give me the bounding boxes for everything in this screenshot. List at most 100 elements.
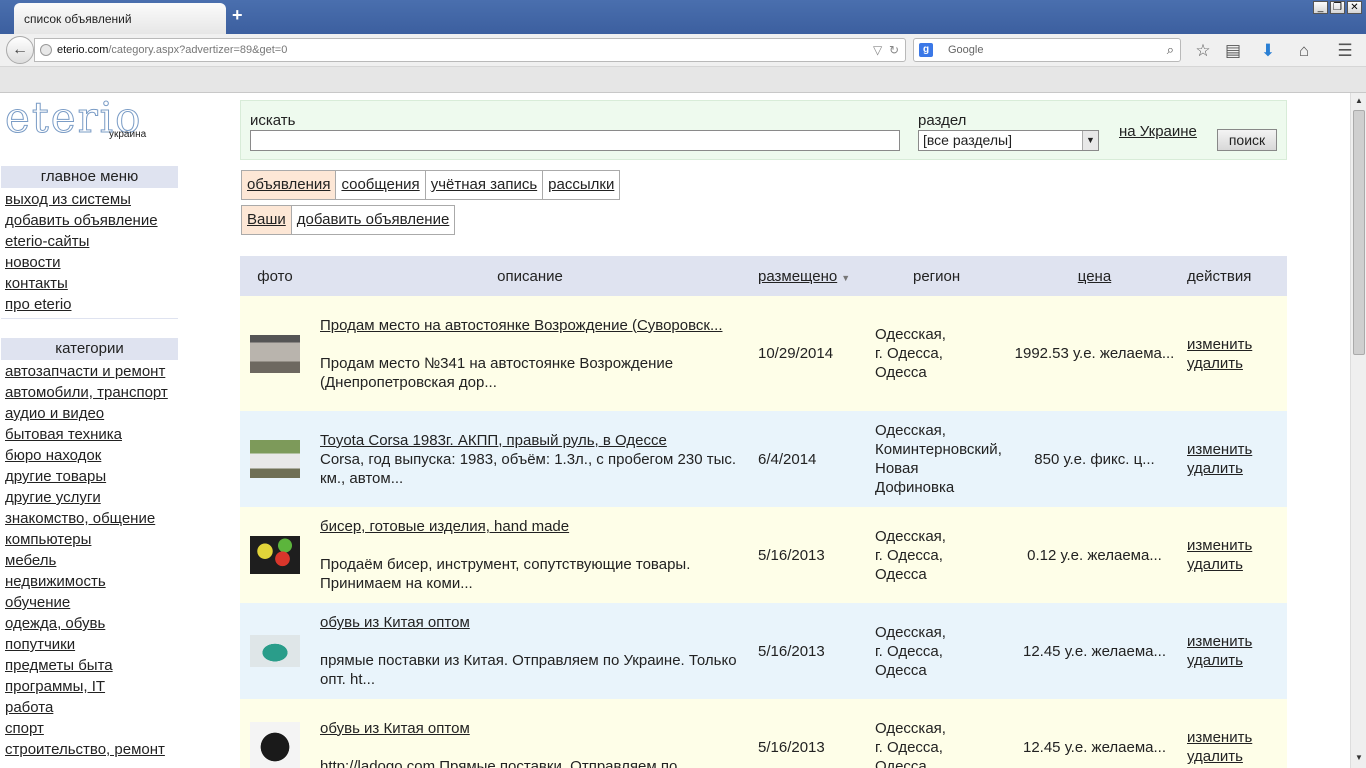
scroll-up-icon[interactable]: ▲ <box>1353 96 1365 108</box>
col-price[interactable]: цена <box>1012 256 1177 296</box>
tab-yours[interactable]: Ваши <box>242 206 292 234</box>
region-line: Одесская, <box>875 326 946 343</box>
tab-add-ad[interactable]: добавить объявление <box>292 206 455 234</box>
reload-icon[interactable]: ↻ <box>889 43 899 57</box>
tab-messages[interactable]: сообщения <box>336 171 426 199</box>
category-item[interactable]: другие товары <box>5 468 106 485</box>
edit-link[interactable]: изменить <box>1187 729 1252 746</box>
category-item[interactable]: недвижимость <box>5 573 106 590</box>
ukraine-link[interactable]: на Украине <box>1119 123 1197 140</box>
category-item[interactable]: программы, IT <box>5 678 105 695</box>
menu-item-about[interactable]: про eterio <box>5 296 72 313</box>
logo-subtitle: украина <box>109 129 147 140</box>
category-item[interactable]: компьютеры <box>5 531 91 548</box>
back-button[interactable]: ← <box>6 36 34 64</box>
category-item[interactable]: работа <box>5 699 53 716</box>
sort-price-link[interactable]: цена <box>1078 268 1111 285</box>
menu-item-add-ad[interactable]: добавить объявление <box>5 212 158 229</box>
tab-account[interactable]: учётная запись <box>426 171 544 199</box>
category-item[interactable]: бытовая техника <box>5 426 122 443</box>
region-line: г. Одесса, <box>875 738 943 756</box>
category-item[interactable]: мебель <box>5 552 56 569</box>
home-icon[interactable]: ⌂ <box>1294 41 1314 61</box>
sort-down-icon: ▼ <box>841 272 851 283</box>
col-photo: фото <box>240 256 310 296</box>
edit-link[interactable]: изменить <box>1187 336 1252 353</box>
delete-link[interactable]: удалить <box>1187 652 1243 669</box>
site-logo[interactable]: eterio украина <box>5 96 155 143</box>
page-scrollbar[interactable]: ▲ ▼ <box>1350 93 1366 768</box>
ad-title-link[interactable]: Toyota Corsa 1983г. АКПП, правый руль, в… <box>320 431 740 450</box>
region-line: Одесская, <box>875 719 946 737</box>
ad-photo-shoe-green[interactable] <box>250 635 300 667</box>
category-item[interactable]: одежда, обувь <box>5 615 105 632</box>
dropdown-icon[interactable]: ▽ <box>873 43 882 57</box>
category-item[interactable]: знакомство, общение <box>5 510 155 527</box>
section-select[interactable]: [все разделы] ▼ <box>918 130 1099 151</box>
category-item[interactable]: аудио и видео <box>5 405 104 422</box>
menu-icon[interactable]: ☰ <box>1335 41 1355 61</box>
region-line: г. Одесса, <box>875 642 943 660</box>
category-item[interactable]: обучение <box>5 594 70 611</box>
sort-date-link[interactable]: размещено <box>758 268 837 285</box>
download-icon[interactable]: ⬇ <box>1258 41 1278 61</box>
ad-title-link[interactable]: бисер, готовые изделия, hand made <box>320 517 740 536</box>
menu-item-contacts[interactable]: контакты <box>5 275 68 292</box>
restore-button[interactable]: ❐ <box>1330 1 1345 14</box>
search-bar[interactable]: g Google ⌕ <box>913 38 1181 62</box>
bookmark-star-icon[interactable]: ☆ <box>1193 41 1213 61</box>
ad-title-link[interactable]: Продам место на автостоянке Возрождение … <box>320 316 740 335</box>
delete-link[interactable]: удалить <box>1187 556 1243 573</box>
navigation-toolbar: eterio.com/category.aspx?advertizer=89&g… <box>0 34 1366 67</box>
ads-table: фото описание размещено ▼ регион цена дей… <box>240 256 1287 768</box>
category-item[interactable]: автозапчасти и ремонт <box>5 363 165 380</box>
category-item[interactable]: автомобили, транспорт <box>5 384 168 401</box>
delete-link[interactable]: удалить <box>1187 748 1243 765</box>
region-line: Одесса <box>875 757 927 768</box>
new-tab-button[interactable]: + <box>232 5 243 26</box>
ad-photo-garage[interactable] <box>250 334 300 373</box>
edit-link[interactable]: изменить <box>1187 537 1252 554</box>
main-menu-title: главное меню <box>1 166 178 188</box>
tab-mailings[interactable]: рассылки <box>543 171 619 199</box>
category-item[interactable]: предметы быта <box>5 657 113 674</box>
region-line: Коминтерновский, <box>875 441 1002 458</box>
menu-item-eterio-sites[interactable]: eterio-сайты <box>5 233 89 250</box>
search-icon[interactable]: ⌕ <box>1167 39 1174 61</box>
category-item[interactable]: спорт <box>5 720 44 737</box>
category-item[interactable]: другие услуги <box>5 489 101 506</box>
ad-title-link[interactable]: обувь из Китая оптом <box>320 719 740 738</box>
category-item[interactable]: строительство, ремонт <box>5 741 165 758</box>
region-line: г. Одесса, <box>875 546 943 564</box>
chevron-down-icon[interactable]: ▼ <box>1082 131 1098 150</box>
url-bar[interactable]: eterio.com/category.aspx?advertizer=89&g… <box>34 38 906 62</box>
edit-link[interactable]: изменить <box>1187 441 1252 458</box>
ad-title-link[interactable]: обувь из Китая оптом <box>320 613 740 632</box>
close-button[interactable]: ✕ <box>1347 1 1362 14</box>
search-button[interactable]: поиск <box>1217 129 1277 151</box>
search-input[interactable] <box>250 130 900 151</box>
tab-ads[interactable]: объявления <box>242 171 337 199</box>
scroll-down-icon[interactable]: ▼ <box>1353 753 1365 765</box>
delete-link[interactable]: удалить <box>1187 460 1243 477</box>
browser-tab[interactable]: список объявлений <box>14 3 226 34</box>
ad-description: Corsa, год выпуска: 1983, объём: 1.3л., … <box>320 450 737 487</box>
edit-link[interactable]: изменить <box>1187 633 1252 650</box>
category-item[interactable]: попутчики <box>5 636 75 653</box>
region-line: Одесская, <box>875 527 946 545</box>
ad-photo-beads[interactable] <box>250 536 300 574</box>
ad-description: Продаём бисер, инструмент, сопутствующие… <box>320 556 691 592</box>
menu-item-news[interactable]: новости <box>5 254 61 271</box>
ad-price: 12.45 у.е. желаема... <box>1012 603 1177 699</box>
category-item[interactable]: бюро находок <box>5 447 101 464</box>
region-line: Одесса <box>875 364 927 381</box>
ad-photo-car[interactable] <box>250 440 300 478</box>
col-date[interactable]: размещено ▼ <box>750 256 867 296</box>
minimize-button[interactable]: _ <box>1313 1 1328 14</box>
ad-photo-shoe-black[interactable] <box>250 722 300 768</box>
reading-list-icon[interactable]: ▤ <box>1223 41 1243 61</box>
region-line: г. Одесса, <box>875 345 943 362</box>
delete-link[interactable]: удалить <box>1187 355 1243 372</box>
scrollbar-thumb[interactable] <box>1353 110 1365 355</box>
menu-item-logout[interactable]: выход из системы <box>5 191 131 208</box>
